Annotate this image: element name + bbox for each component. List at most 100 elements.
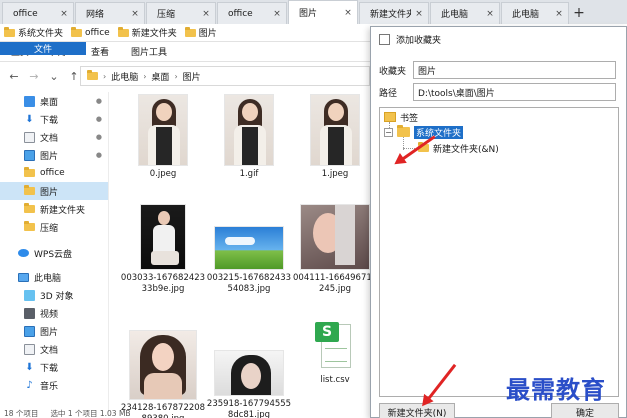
sidebar-item-pc-downloads[interactable]: ⬇ 下载 — [0, 358, 108, 376]
favorite-name-input[interactable]: 图片 — [413, 61, 616, 79]
quick-item-label: 系统文件夹 — [18, 29, 64, 39]
dialog-title-bar[interactable]: 添加收藏夹 — [371, 27, 626, 51]
sidebar-item-documents[interactable]: 文档 ● — [0, 128, 108, 146]
sidebar-item-pc-pictures[interactable]: 图片 — [0, 322, 108, 340]
sidebar-item-compress[interactable]: 压缩 — [0, 218, 108, 236]
desktop-icon — [24, 95, 35, 107]
file-item[interactable]: 235918-1677945558dc81.jpg — [206, 330, 292, 418]
add-favorite-dialog: 添加收藏夹 收藏夹 图片 路径 D:\tools\桌面\图片 书签 − 系统文件… — [370, 26, 627, 418]
sidebar-item-label: 新建文件夹 — [40, 205, 86, 216]
favorite-name-row: 收藏夹 — [379, 61, 415, 79]
document-icon — [24, 131, 35, 143]
ribbon-tab-picture-tools[interactable]: 图片工具 — [120, 42, 178, 61]
tab-this-pc-2[interactable]: 此电脑 × — [501, 2, 569, 24]
quick-item-new-folder[interactable]: 新建文件夹 — [117, 26, 177, 39]
tab-bar: office × 网络 × 压缩 × office × 图片 × 新建文件夹 × 此电脑 × … — [0, 0, 627, 24]
path-input[interactable]: D:\tools\桌面\图片 — [413, 83, 616, 101]
tab-new-folder[interactable]: 新建文件夹 × — [359, 2, 429, 24]
tree-node-new-folder[interactable]: 新建文件夹(&N) — [418, 141, 499, 155]
sidebar-item-label: 此电脑 — [34, 273, 62, 284]
breadcrumb-item[interactable]: 图片 — [183, 70, 201, 83]
file-item[interactable]: 003215-16768243354083.jpg — [206, 204, 292, 295]
up-button[interactable]: ↑ — [68, 70, 80, 83]
tree-node-label: 新建文件夹(&N) — [433, 144, 499, 155]
sidebar-item-3d-objects[interactable]: 3D 对象 — [0, 286, 108, 304]
file-item[interactable]: 234128-16787220889380.jpg — [120, 330, 206, 418]
folder-icon — [24, 167, 35, 177]
file-item[interactable]: S list.csv — [292, 320, 378, 386]
file-item[interactable]: 0.jpeg — [120, 94, 206, 180]
file-item[interactable]: 004111-16649671a245.jpg — [292, 204, 378, 295]
close-icon[interactable]: × — [414, 9, 424, 19]
ok-button[interactable]: 确定 — [551, 403, 619, 418]
ribbon-tab-file[interactable]: 文件 — [0, 42, 86, 55]
tree-node-bookmarks[interactable]: 书签 — [384, 110, 418, 124]
close-icon[interactable]: × — [59, 9, 69, 19]
address-bar[interactable]: › 此电脑 › 桌面 › 图片 — [80, 66, 370, 86]
file-name: 003215-16768243354083.jpg — [206, 273, 292, 294]
back-button[interactable]: ← — [8, 70, 20, 83]
close-icon[interactable]: × — [485, 9, 495, 19]
file-item[interactable]: 003033-16768242333b9e.jpg — [120, 204, 206, 295]
close-icon[interactable]: × — [130, 9, 140, 19]
breadcrumb-item[interactable]: 桌面 — [151, 70, 169, 83]
tab-label: 此电脑 — [512, 10, 540, 20]
sidebar-item-label: 音乐 — [40, 381, 59, 392]
close-icon[interactable]: × — [201, 9, 211, 19]
tab-office-1[interactable]: office × — [2, 2, 74, 24]
folder-icon — [24, 185, 35, 195]
sidebar-item-music[interactable]: ♪ 音乐 — [0, 376, 108, 394]
sidebar-item-pc-documents[interactable]: 文档 — [0, 340, 108, 358]
chevron-right-icon: › — [143, 71, 147, 81]
folder-open-icon — [397, 125, 410, 137]
quick-item-system-folder[interactable]: 系统文件夹 — [4, 26, 63, 39]
path-row: 路径 — [379, 83, 415, 101]
forward-button[interactable]: → — [28, 70, 40, 83]
tab-compress[interactable]: 压缩 × — [146, 2, 216, 24]
close-icon[interactable]: × — [554, 9, 564, 19]
tab-pictures[interactable]: 图片 × — [288, 0, 358, 24]
ribbon-tab-view[interactable]: 查看 — [80, 42, 120, 61]
sidebar-item-label: 图片 — [40, 327, 59, 338]
breadcrumb-item[interactable]: 此电脑 — [111, 70, 138, 83]
sidebar-item-new-folder[interactable]: 新建文件夹 — [0, 200, 108, 218]
quick-item-office[interactable]: office — [71, 26, 110, 38]
csv-file-icon: S — [315, 320, 355, 372]
tab-label: 新建文件夹 — [370, 10, 411, 20]
file-item[interactable]: 1.jpeg — [292, 94, 378, 180]
image-thumbnail — [129, 330, 197, 400]
sidebar-item-label: 下载 — [40, 363, 59, 374]
new-folder-button[interactable]: 新建文件夹(N) — [379, 403, 455, 418]
sidebar-item-downloads[interactable]: ⬇ 下载 ● — [0, 110, 108, 128]
folder-icon — [4, 26, 15, 37]
image-thumbnail — [300, 204, 370, 270]
sidebar-item-videos[interactable]: 视频 — [0, 304, 108, 322]
sidebar-item-label: WPS云盘 — [34, 249, 73, 260]
collapse-toggle-icon[interactable]: − — [384, 127, 393, 137]
quick-item-pictures[interactable]: 图片 — [184, 26, 217, 39]
pane-divider[interactable] — [108, 92, 109, 412]
tab-office-2[interactable]: office × — [217, 2, 287, 24]
sidebar-item-pictures[interactable]: 图片 ● — [0, 146, 108, 164]
close-icon[interactable]: × — [272, 9, 282, 19]
tab-label: office — [228, 8, 253, 19]
sidebar-item-pictures-folder[interactable]: 图片 — [0, 182, 108, 200]
file-name: 0.jpeg — [149, 169, 177, 179]
tab-label: office — [13, 8, 38, 19]
new-tab-button[interactable]: + — [570, 2, 588, 24]
sidebar-item-desktop[interactable]: 桌面 ● — [0, 92, 108, 110]
image-thumbnail — [224, 94, 274, 166]
sidebar-item-office[interactable]: office — [0, 164, 108, 182]
sidebar-item-wps-cloud[interactable]: WPS云盘 — [0, 244, 108, 262]
close-icon[interactable]: × — [343, 8, 353, 18]
quick-item-label: office — [85, 27, 110, 38]
file-name: 1.jpeg — [321, 169, 349, 179]
image-thumbnail — [214, 350, 284, 396]
tab-network[interactable]: 网络 × — [75, 2, 145, 24]
tree-node-system-folder[interactable]: − 系统文件夹 — [384, 125, 464, 139]
recent-locations-button[interactable]: ⌄ — [48, 70, 60, 83]
tab-this-pc-1[interactable]: 此电脑 × — [430, 2, 500, 24]
window-icon — [379, 33, 390, 45]
sidebar-item-this-pc[interactable]: 此电脑 — [0, 268, 108, 286]
file-item[interactable]: 1.gif — [206, 94, 292, 180]
